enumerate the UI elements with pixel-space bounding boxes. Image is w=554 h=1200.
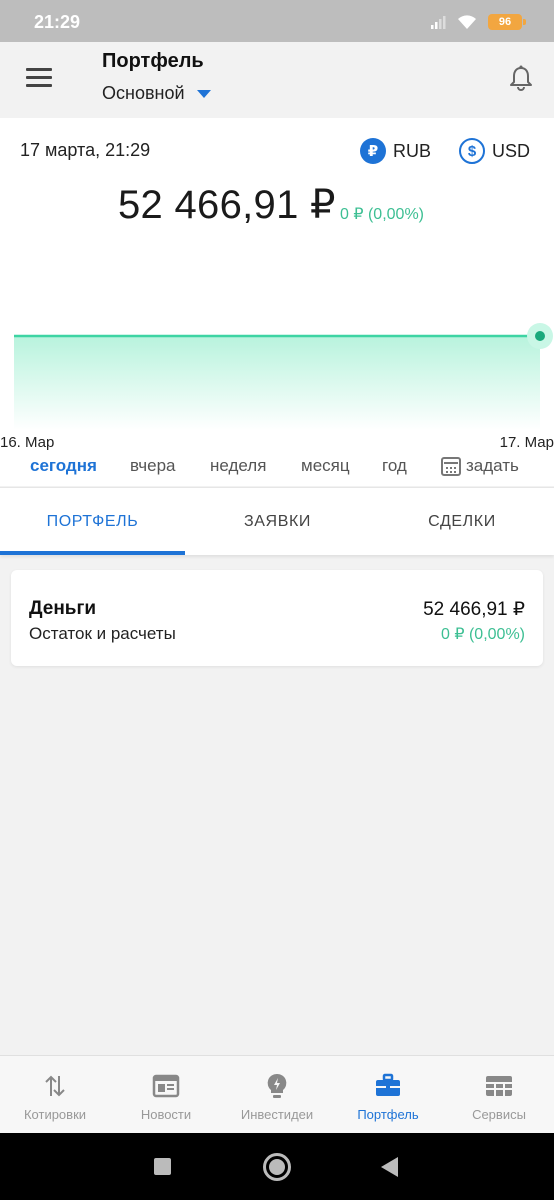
briefcase-icon <box>376 1073 400 1096</box>
hamburger-menu-icon[interactable] <box>26 68 54 90</box>
portfolio-selector[interactable]: Основной <box>102 80 211 106</box>
newspaper-icon <box>152 1074 180 1098</box>
back-icon[interactable] <box>381 1157 398 1177</box>
card-change: 0 ₽ (0,00%) <box>441 626 525 643</box>
card-subtitle: Остаток и расчеты <box>29 624 176 643</box>
lightbulb-icon <box>267 1073 287 1098</box>
period-week[interactable]: неделя <box>210 456 266 476</box>
nav-label: Инвестидеи <box>240 1107 314 1122</box>
page-title: Портфель <box>102 50 204 72</box>
period-selector: сегодня вчера неделя месяц год задать <box>0 456 554 484</box>
dollar-icon: $ <box>459 138 485 164</box>
portfolio-name: Основной <box>102 82 185 103</box>
battery-level: 96 <box>498 16 512 28</box>
arrows-up-down-icon <box>45 1075 65 1097</box>
period-custom-button[interactable]: задать <box>441 456 519 476</box>
nav-services[interactable]: Сервисы <box>444 1056 554 1134</box>
nav-news[interactable]: Новости <box>111 1056 221 1134</box>
currency-usd-button[interactable]: $ USD <box>459 136 530 166</box>
nav-label: Котировки <box>23 1107 87 1122</box>
card-amount: 52 466,91 ₽ <box>423 599 525 620</box>
wifi-icon <box>458 15 476 29</box>
period-today[interactable]: сегодня <box>30 456 97 476</box>
tab-portfolio[interactable]: ПОРТФЕЛЬ <box>0 488 185 556</box>
nav-label: Портфель <box>357 1107 419 1122</box>
period-year[interactable]: год <box>382 456 407 476</box>
summary-date: 17 марта, 21:29 <box>20 140 151 160</box>
active-tab-indicator <box>0 551 185 555</box>
grid-icon <box>486 1076 512 1096</box>
portfolio-chart[interactable] <box>0 314 554 444</box>
chart-point <box>535 331 545 341</box>
chart-x-tick-start: 16. Мар <box>0 434 55 451</box>
chart-x-tick-end: 17. Мар <box>499 434 554 451</box>
portfolio-total: 52 466,91 ₽ <box>118 183 336 227</box>
battery-icon: 96 <box>488 14 526 30</box>
system-navigation-bar <box>0 1133 554 1200</box>
portfolio-tabs: ПОРТФЕЛЬ ЗАЯВКИ СДЕЛКИ <box>0 487 554 555</box>
app-header: Портфель Основной <box>0 42 554 118</box>
nav-quotes[interactable]: Котировки <box>0 1056 110 1134</box>
home-icon[interactable] <box>263 1153 291 1181</box>
caret-down-icon <box>196 90 211 98</box>
ruble-icon: ₽ <box>360 138 386 164</box>
calendar-icon <box>441 456 461 476</box>
portfolio-change: 0 ₽ (0,00%) <box>340 206 424 223</box>
cash-position-card[interactable]: Деньги Остаток и расчеты 52 466,91 ₽ 0 ₽… <box>11 570 543 666</box>
recent-apps-icon[interactable] <box>154 1158 171 1175</box>
currency-rub-button[interactable]: ₽ RUB <box>360 136 431 166</box>
period-month[interactable]: месяц <box>301 456 350 476</box>
bottom-navigation: Котировки Новости Инвестидеи Портфель Се… <box>0 1055 554 1133</box>
tab-deals[interactable]: СДЕЛКИ <box>370 488 554 556</box>
period-custom-label: задать <box>466 456 519 475</box>
bell-icon[interactable] <box>508 64 534 92</box>
card-title: Деньги <box>29 598 97 619</box>
portfolio-summary: 17 марта, 21:29 ₽ RUB $ USD 52 466,91 ₽ … <box>0 118 554 486</box>
signal-icon <box>431 16 446 29</box>
status-time: 21:29 <box>34 12 81 32</box>
currency-label: RUB <box>393 140 432 161</box>
currency-label: USD <box>492 140 531 161</box>
chart-area <box>14 336 540 430</box>
tab-orders[interactable]: ЗАЯВКИ <box>185 488 370 556</box>
nav-ideas[interactable]: Инвестидеи <box>222 1056 332 1134</box>
nav-portfolio[interactable]: Портфель <box>333 1056 443 1134</box>
status-bar: 21:29 96 <box>0 0 554 42</box>
nav-label: Новости <box>140 1107 192 1122</box>
period-yesterday[interactable]: вчера <box>130 456 176 476</box>
status-icons: 96 <box>430 12 526 32</box>
nav-label: Сервисы <box>472 1107 526 1122</box>
